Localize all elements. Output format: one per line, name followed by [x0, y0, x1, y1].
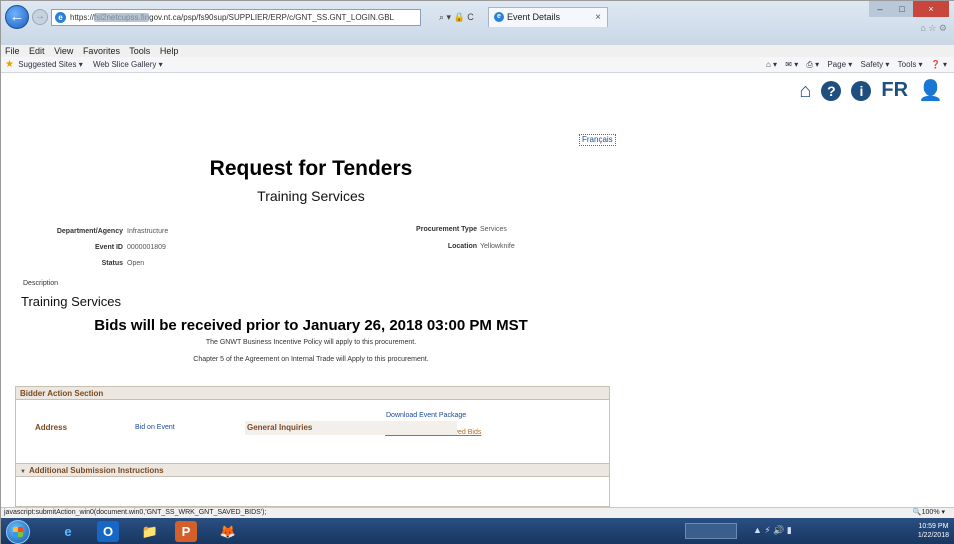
description-label: Description	[23, 280, 59, 287]
status-label: Status	[101, 260, 123, 267]
home-star-gear-icons[interactable]: ⌂ ☆ ⚙	[920, 23, 947, 34]
address-bar[interactable]: e https://fsl2netcupss.fingov.nt.ca/psp/…	[51, 9, 421, 26]
taskbar-ie-icon[interactable]: e	[53, 521, 83, 542]
tray-icons[interactable]: ▲ ⚡ 🔊 ▮	[753, 525, 792, 536]
help-icon[interactable]: ?	[821, 80, 842, 101]
address-blurred: fsl2netcupss.fin	[94, 13, 150, 22]
dept-value: Infrastructure	[127, 228, 169, 235]
web-slice-gallery-link[interactable]: Web Slice Gallery ▾	[93, 60, 163, 69]
menu-bar: File Edit View Favorites Tools Help	[1, 45, 954, 57]
menu-help[interactable]: Help	[160, 46, 179, 56]
cmd-help[interactable]: ❓ ▾	[931, 60, 947, 69]
menu-file[interactable]: File	[5, 46, 20, 56]
window-controls: – □ ×	[869, 1, 949, 17]
cmd-page[interactable]: Page ▾	[827, 60, 852, 69]
start-button-icon[interactable]	[6, 520, 30, 544]
home-icon[interactable]: ⌂	[799, 80, 811, 102]
tab-close-icon[interactable]: ×	[595, 8, 601, 27]
additional-submission-section: ▼ Additional Submission Instructions	[15, 463, 610, 507]
command-bar: ⌂ ▾ ✉ ▾ ⎙ ▾ Page ▾ Safety ▾ Tools ▾ ❓ ▾	[760, 57, 947, 73]
header-icons: ⌂ ? i FR 👤	[799, 79, 943, 102]
browser-titlebar: ← → e https://fsl2netcupss.fingov.nt.ca/…	[1, 1, 954, 45]
address-path: /psp/fs90sup/SUPPLIER/ERP/c/GNT_SS.GNT_L…	[181, 13, 394, 22]
description-value: Training Services	[21, 294, 121, 309]
tab-ie-icon: e	[494, 12, 504, 22]
address-domain: gov.nt.ca	[149, 13, 182, 22]
procurement-type-value: Services	[480, 226, 507, 233]
user-icon[interactable]: 👤	[918, 80, 943, 102]
event-id-label: Event ID	[94, 244, 123, 251]
taskbar-firefox-icon[interactable]: 🦊	[213, 521, 243, 542]
cmd-safety[interactable]: Safety ▾	[860, 60, 889, 69]
taskbar-app-group[interactable]	[685, 523, 737, 539]
bidder-action-header: Bidder Action Section	[16, 387, 609, 400]
additional-submission-header[interactable]: ▼ Additional Submission Instructions	[16, 464, 609, 477]
back-arrow-icon[interactable]: ←	[5, 5, 29, 29]
clock-time: 10:59 PM	[918, 523, 949, 530]
general-inquiries-subheader: General Inquiries	[245, 421, 457, 435]
page-subtitle: Training Services	[257, 188, 365, 204]
procurement-type-label: Procurement Type	[416, 226, 477, 233]
page-content: ⌂ ? i FR 👤 Français Request for Tenders …	[1, 73, 954, 507]
zoom-level[interactable]: 🔍100% ▾	[913, 508, 945, 518]
taskbar-powerpoint-icon[interactable]: P	[175, 521, 197, 542]
tab-event-details[interactable]: e Event Details ×	[488, 7, 608, 27]
close-window-icon[interactable]: ×	[913, 1, 949, 17]
menu-tools[interactable]: Tools	[129, 46, 150, 56]
location-value: Yellowknife	[480, 243, 515, 250]
ie-page-icon: e	[55, 12, 66, 23]
status-url: javascript:submitAction_win0(document.wi…	[4, 509, 267, 516]
tab-title: Event Details	[507, 12, 561, 22]
status-value: Open	[127, 260, 145, 267]
additional-submission-title: Additional Submission Instructions	[28, 466, 164, 475]
download-event-package-link[interactable]: Download Event Package	[386, 412, 466, 419]
francais-link[interactable]: Français	[579, 134, 616, 146]
cmd-print[interactable]: ⎙ ▾	[806, 60, 819, 69]
clock-date: 1/22/2018	[917, 532, 949, 539]
address-tools[interactable]: ⌕ ▾ 🔒 C	[439, 9, 474, 26]
menu-edit[interactable]: Edit	[29, 46, 45, 56]
address-prefix: https://	[70, 13, 95, 22]
suggested-sites-link[interactable]: Suggested Sites ▾	[18, 60, 83, 69]
forward-arrow-icon[interactable]: →	[32, 9, 48, 25]
favorites-star-icon[interactable]: ★	[5, 59, 14, 70]
bid-deadline: Bids will be received prior to January 2…	[94, 317, 528, 334]
location-label: Location	[447, 243, 477, 250]
cmd-tools[interactable]: Tools ▾	[898, 60, 923, 69]
page-title: Request for Tenders	[209, 157, 413, 180]
system-clock[interactable]: 10:59 PM 1/22/2018	[918, 522, 949, 540]
menu-view[interactable]: View	[54, 46, 73, 56]
cmd-home[interactable]: ⌂ ▾	[766, 60, 777, 69]
language-toggle[interactable]: FR	[881, 79, 908, 102]
taskbar-explorer-icon[interactable]: 📁	[135, 521, 165, 542]
info-icon[interactable]: i	[851, 80, 872, 101]
policy-note-1: The GNWT Business Incentive Policy will …	[205, 339, 417, 346]
maximize-icon[interactable]: □	[891, 1, 913, 17]
cmd-feeds[interactable]: ✉ ▾	[785, 60, 798, 69]
collapse-triangle-icon: ▼	[20, 469, 26, 475]
address-subheader: Address	[35, 423, 68, 432]
taskbar-outlook-icon[interactable]: O	[97, 521, 119, 542]
bid-on-event-link[interactable]: Bid on Event	[135, 424, 175, 431]
policy-note-2: Chapter 5 of the Agreement on Internal T…	[193, 356, 429, 363]
event-id-value: 0000001809	[127, 244, 166, 251]
windows-taskbar: e O 📁 P 🦊 ▲ ⚡ 🔊 ▮ 10:59 PM 1/22/2018	[1, 518, 954, 544]
browser-status-bar: javascript:submitAction_win0(document.wi…	[1, 507, 954, 518]
minimize-icon[interactable]: –	[869, 1, 891, 17]
dept-label: Department/Agency	[56, 228, 123, 235]
menu-favorites[interactable]: Favorites	[83, 46, 120, 56]
